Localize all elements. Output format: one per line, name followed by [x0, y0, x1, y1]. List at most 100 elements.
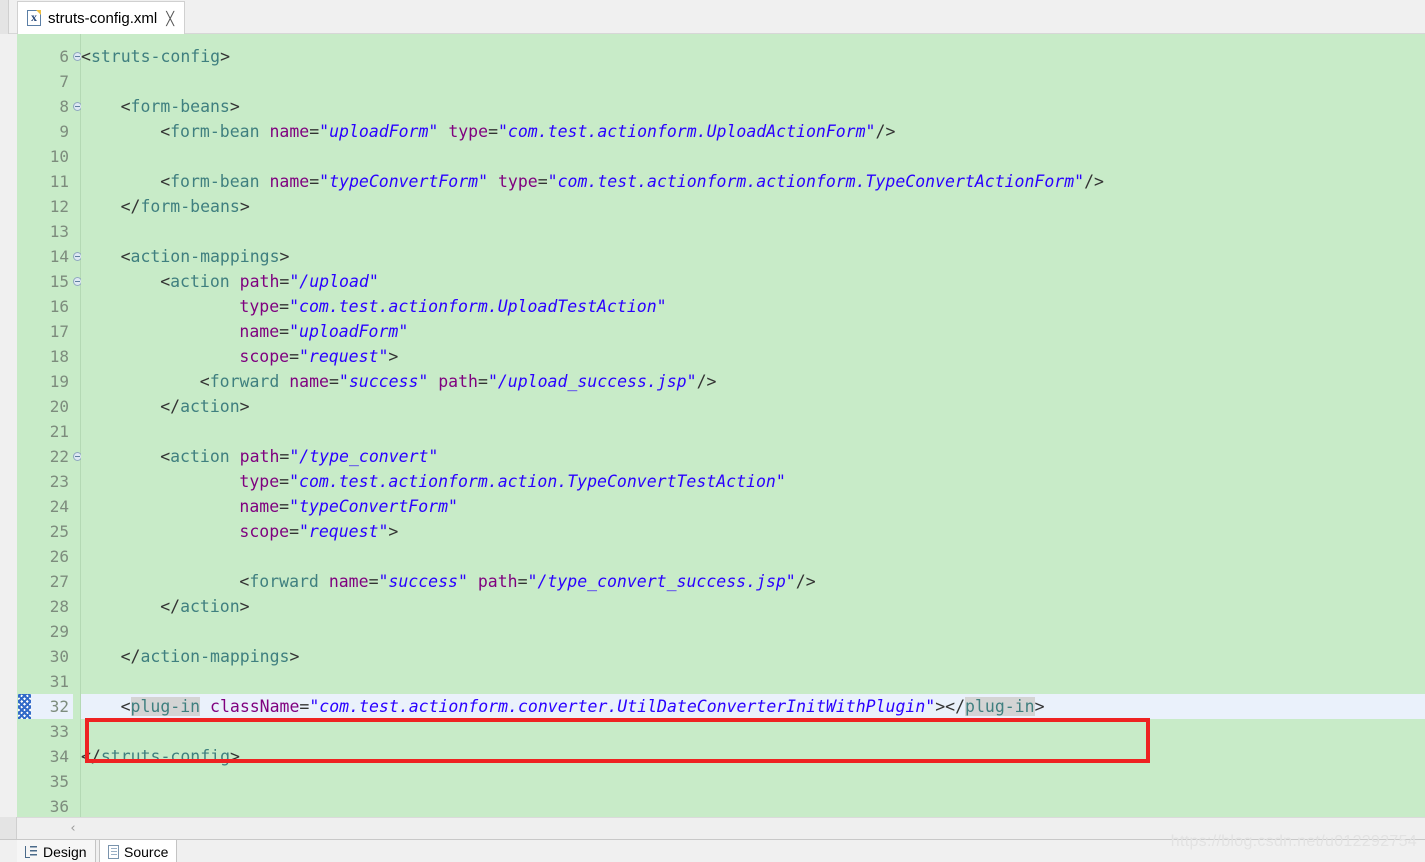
annotation-marker-gutter[interactable] — [17, 34, 31, 817]
occurrence-marker-icon[interactable] — [18, 694, 31, 719]
code-token: </ — [120, 647, 141, 666]
code-line[interactable]: <forward name="success" path="/type_conv… — [239, 569, 815, 594]
left-gutter-strip — [0, 817, 17, 839]
line-number: 28 — [49, 597, 69, 616]
code-token: "uploadForm" — [319, 122, 439, 141]
code-token: > — [229, 97, 240, 116]
code-token: type — [497, 172, 538, 191]
code-token: form-beans — [130, 97, 230, 116]
code-token: form-beans — [140, 197, 240, 216]
design-tree-icon — [25, 844, 38, 859]
code-token: </ — [945, 697, 966, 716]
code-token: action — [180, 397, 240, 416]
code-line[interactable]: <plug-in className="com.test.actionform.… — [121, 694, 1045, 719]
line-number: 16 — [49, 297, 69, 316]
line-number: 11 — [49, 172, 69, 191]
code-line[interactable]: <form-beans> — [121, 94, 240, 119]
code-line[interactable]: scope="request"> — [239, 519, 398, 544]
code-token: "com.test.actionform.converter.UtilDateC… — [309, 697, 936, 716]
code-token: path — [438, 372, 478, 391]
code-token: action — [180, 597, 240, 616]
code-token: path — [239, 272, 280, 291]
line-number: 6 — [59, 47, 69, 66]
code-token: "/type_convert" — [289, 447, 439, 466]
code-line[interactable]: type="com.test.actionform.action.TypeCon… — [239, 469, 785, 494]
code-line[interactable]: <action path="/upload" — [160, 269, 379, 294]
line-number: 36 — [49, 797, 69, 816]
code-token: = — [328, 372, 339, 391]
line-number: 25 — [49, 522, 69, 541]
code-token: = — [279, 497, 290, 516]
code-token: </ — [120, 197, 141, 216]
code-token: form-bean — [170, 172, 260, 191]
code-token: > — [239, 597, 250, 616]
code-line[interactable]: </action> — [160, 394, 249, 419]
scroll-left-icon[interactable]: ‹ — [62, 818, 84, 840]
code-token: name — [269, 172, 310, 191]
line-number: 19 — [49, 372, 69, 391]
xml-file-icon — [27, 9, 41, 26]
code-token: "typeConvertForm" — [319, 172, 489, 191]
code-line[interactable]: </action> — [160, 594, 249, 619]
tab-source[interactable]: Source — [99, 840, 178, 862]
code-token: "/type_convert_success.jsp" — [527, 572, 796, 591]
code-line[interactable]: <form-bean name="uploadForm" type="com.t… — [160, 119, 895, 144]
code-line[interactable]: <action-mappings> — [121, 244, 290, 269]
code-token: path — [477, 572, 518, 591]
code-line[interactable]: type="com.test.actionform.UploadTestActi… — [239, 294, 666, 319]
tab-design[interactable]: Design — [17, 840, 96, 862]
code-line[interactable]: </action-mappings> — [121, 644, 300, 669]
close-icon[interactable]: ╳ — [166, 12, 174, 25]
code-line[interactable]: </form-beans> — [121, 194, 250, 219]
line-number: 27 — [49, 572, 69, 591]
line-number: 14 — [49, 247, 69, 266]
code-token: = — [368, 572, 379, 591]
code-token: className — [210, 697, 300, 716]
code-token: name — [289, 372, 329, 391]
code-line[interactable]: <action path="/type_convert" — [160, 444, 438, 469]
code-line[interactable]: <forward name="success" path="/upload_su… — [200, 369, 717, 394]
code-token: type — [448, 122, 489, 141]
line-number: 26 — [49, 547, 69, 566]
code-line[interactable]: name="uploadForm" — [239, 319, 408, 344]
watermark-text: https://blog.csdn.net/u012292754 — [1170, 833, 1417, 850]
code-line[interactable]: name="typeConvertForm" — [239, 494, 458, 519]
code-line[interactable]: </struts-config> — [81, 744, 240, 769]
code-line[interactable]: <struts-config> — [81, 44, 230, 69]
code-token: = — [289, 522, 299, 541]
line-number: 12 — [49, 197, 69, 216]
code-token: form-bean — [170, 122, 260, 141]
code-token: = — [279, 447, 290, 466]
code-token: > — [388, 522, 399, 541]
code-token: > — [239, 197, 250, 216]
code-editor[interactable]: 6 7 8 9 10 11 12 13 14 15 16 17 18 19 20 21 22 23 24 25 26 27… — [17, 34, 1425, 817]
code-token: name — [239, 497, 280, 516]
code-token: < — [160, 172, 171, 191]
line-number: 10 — [49, 147, 69, 166]
line-number: 34 — [49, 747, 69, 766]
code-line[interactable]: <form-bean name="typeConvertForm" type="… — [160, 169, 1104, 194]
code-token: "com.test.actionform.actionform.TypeConv… — [547, 172, 1085, 191]
code-token: action-mappings — [140, 647, 290, 666]
code-folding-gutter[interactable] — [73, 34, 82, 817]
line-number: 8 — [59, 97, 69, 116]
editor-tab-struts-config[interactable]: struts-config.xml ╳ — [17, 1, 186, 34]
code-token: scope — [239, 347, 290, 366]
line-number: 13 — [49, 222, 69, 241]
code-token: path — [239, 447, 280, 466]
line-number: 20 — [49, 397, 69, 416]
code-token: struts-config — [90, 47, 221, 66]
code-token: / — [795, 572, 806, 591]
code-text-area[interactable]: <struts-config> <form-beans> <form-bean na… — [81, 34, 1425, 817]
code-line[interactable]: scope="request"> — [239, 344, 398, 369]
code-token: "request" — [299, 522, 389, 541]
code-token: > — [289, 647, 300, 666]
code-token: struts-config — [100, 747, 231, 766]
line-number: 33 — [49, 722, 69, 741]
code-token: = — [478, 372, 488, 391]
